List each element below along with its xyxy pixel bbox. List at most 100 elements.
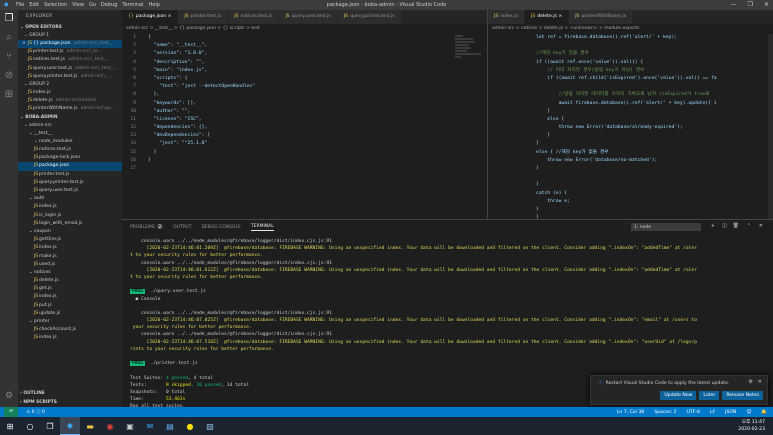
file-item[interactable]: JSmake.js — [18, 253, 122, 261]
menu-item-edit[interactable]: Edit — [29, 2, 39, 8]
minimap[interactable] — [455, 34, 485, 184]
status-item[interactable]: Ln 7, Col 38 — [617, 410, 644, 415]
status-item[interactable]: UTF-8 — [687, 410, 700, 415]
editor-tab[interactable]: JS printerWithName.js — [569, 10, 634, 24]
task-view-icon[interactable]: ❐ — [40, 417, 60, 435]
status-item[interactable]: JSON — [725, 410, 736, 415]
file-item[interactable]: JSpackage-lock.json — [18, 154, 122, 162]
settings-gear-icon[interactable]: ⚙ — [749, 379, 753, 385]
trash-icon[interactable]: 🗑 — [733, 223, 739, 229]
folder-item[interactable]: ⌄printer — [18, 318, 122, 326]
open-editor-item[interactable]: JSquery.printer.test.js admin-src\_... — [18, 73, 122, 81]
problems-status[interactable]: ⚠ 0 ⓘ 0 — [26, 409, 45, 415]
file-item[interactable]: JSis_login.js — [18, 212, 122, 220]
tab-problems[interactable]: PROBLEMS 2 — [130, 224, 164, 230]
taskbar-clock[interactable]: 오후 11:47 2020-02-23 — [738, 419, 765, 433]
close-icon[interactable]: × — [166, 14, 172, 19]
menu-item-help[interactable]: Help — [149, 2, 160, 8]
close-button[interactable]: ✕ — [764, 1, 769, 8]
settings-gear-icon[interactable]: ⚙ — [5, 391, 13, 401]
close-panel-icon[interactable]: ✕ — [759, 223, 763, 229]
scrollbar[interactable] — [768, 34, 773, 219]
folder-item[interactable]: ⌄node_modules — [18, 138, 122, 146]
open-editor-item[interactable]: JSprinter.test.js admin-src\_te... — [18, 48, 122, 56]
tab-output[interactable]: OUTPUT — [173, 225, 191, 230]
file-item[interactable]: JSpackage.json — [18, 162, 122, 171]
menu-item-view[interactable]: View — [72, 2, 84, 8]
folder-item[interactable]: ⌄auth — [18, 195, 122, 203]
store-icon[interactable]: ▤ — [160, 417, 180, 435]
menu-item-file[interactable]: File — [16, 2, 24, 8]
debug-icon[interactable]: ⊘ — [5, 71, 13, 81]
remote-icon[interactable]: ⇌ — [4, 407, 18, 417]
extensions-icon[interactable]: ⊞ — [5, 90, 13, 100]
update-now-button[interactable]: Update Now — [660, 391, 697, 400]
status-item[interactable]: 🔔 — [761, 410, 767, 415]
terminal-icon[interactable]: ▣ — [120, 417, 140, 435]
add-terminal-icon[interactable]: + — [711, 223, 715, 229]
open-editor-item[interactable]: JSquery.user.test.js admin-src\_test_... — [18, 65, 122, 73]
file-item[interactable]: JSquery.printer.test.js — [18, 179, 122, 187]
terminal-select[interactable]: 1: node — [631, 223, 701, 231]
later-button[interactable]: Later — [699, 391, 720, 400]
open-editors-section[interactable]: ⌄ OPEN EDITORS — [18, 24, 122, 32]
windows-start-icon[interactable]: ⊞ — [0, 417, 20, 435]
file-item[interactable]: JSdelete.js — [18, 277, 122, 285]
status-item[interactable]: LF — [710, 410, 715, 415]
group1-label[interactable]: ⌄ GROUP 1 — [18, 32, 122, 40]
file-item[interactable]: JSused.js — [18, 261, 122, 269]
open-editor-item[interactable]: JSindex.js — [18, 89, 122, 97]
file-item[interactable]: JSprinter.test.js — [18, 171, 122, 179]
explorer-icon[interactable]: ❐ — [5, 14, 14, 24]
file-item[interactable]: JSlogin_with_email.js — [18, 220, 122, 228]
kakaotalk-icon[interactable]: ● — [180, 417, 200, 435]
editor-tab[interactable]: JS notices.test.js — [228, 10, 280, 24]
open-editor-item[interactable]: JSdelete.js admin-src\notices — [18, 97, 122, 105]
project-section[interactable]: ⌄ BOBA-ADMIN — [18, 113, 122, 122]
tab-terminal[interactable]: TERMINAL — [250, 224, 274, 231]
chrome-icon[interactable]: ◉ — [100, 417, 120, 435]
file-item[interactable]: JSupdate.js — [18, 310, 122, 318]
open-editor-item[interactable]: × JS{} package.json admin-src\_test_... — [18, 40, 122, 49]
file-item[interactable]: JSindex.js — [18, 244, 122, 252]
release-notes-button[interactable]: Release Notes — [722, 391, 763, 400]
folder-item[interactable]: ⌄coupon — [18, 228, 122, 236]
file-item[interactable]: JSindex.js — [18, 203, 122, 211]
file-item[interactable]: JSgetOne.js — [18, 236, 122, 244]
menu-item-go[interactable]: Go — [89, 2, 96, 8]
npm-scripts-section[interactable]: › NPM SCRIPTS — [18, 399, 122, 407]
menu-item-debug[interactable]: Debug — [101, 2, 117, 8]
file-item[interactable]: JSget.js — [18, 285, 122, 293]
file-item[interactable]: JSput.js — [18, 302, 122, 310]
status-item[interactable]: 😊 — [746, 410, 751, 415]
file-item[interactable]: JSindex.js — [18, 293, 122, 301]
close-icon[interactable]: ✕ — [758, 379, 762, 385]
maximize-button[interactable]: ❐ — [748, 1, 753, 8]
editor-tab[interactable]: JS index.js — [488, 10, 525, 24]
file-item[interactable]: JSnotices.test.js — [18, 146, 122, 154]
outline-section[interactable]: › OUTLINE — [18, 390, 122, 398]
search-icon[interactable]: ○ — [20, 417, 40, 435]
vscode-taskbar-icon[interactable]: ◆ — [60, 417, 80, 435]
code-area-right[interactable]: let ref = firebase.database().ref('alert… — [488, 34, 773, 219]
open-editor-item[interactable]: JSprinterWithName.js admin-src\qu... — [18, 105, 122, 113]
breadcrumb-right[interactable]: admin-src > notices > delete.js > <unkno… — [488, 24, 773, 34]
editor-tab[interactable]: JS printer.test.js — [178, 10, 229, 24]
folder-item[interactable]: ⌄admin-src — [18, 122, 122, 130]
folder-item[interactable]: ⌄notices — [18, 269, 122, 277]
menu-item-terminal[interactable]: Terminal — [122, 2, 143, 8]
file-item[interactable]: JScheckAccount.js — [18, 326, 122, 334]
file-item[interactable]: JSindex.js — [18, 334, 122, 339]
photo-icon[interactable]: ▧ — [200, 417, 220, 435]
open-editor-item[interactable]: JSnotices.test.js admin-src\_test_... — [18, 56, 122, 64]
editor-tab[interactable]: JS query.printer.test.js — [337, 10, 402, 24]
minimize-button[interactable]: — — [731, 1, 737, 8]
split-terminal-icon[interactable]: ◫ — [722, 223, 727, 229]
source-control-icon[interactable]: ⑂ — [6, 52, 12, 62]
maximize-panel-icon[interactable]: ⌃ — [747, 223, 751, 229]
editor-tab[interactable]: {} package.json × — [122, 10, 179, 24]
search-icon[interactable]: ⌕ — [6, 33, 12, 43]
editor-tab[interactable]: JS query.user.test.js — [279, 10, 338, 24]
editor-tab[interactable]: JS delete.js × — [524, 10, 570, 24]
folder-item[interactable]: ⌄__test__ — [18, 130, 122, 138]
